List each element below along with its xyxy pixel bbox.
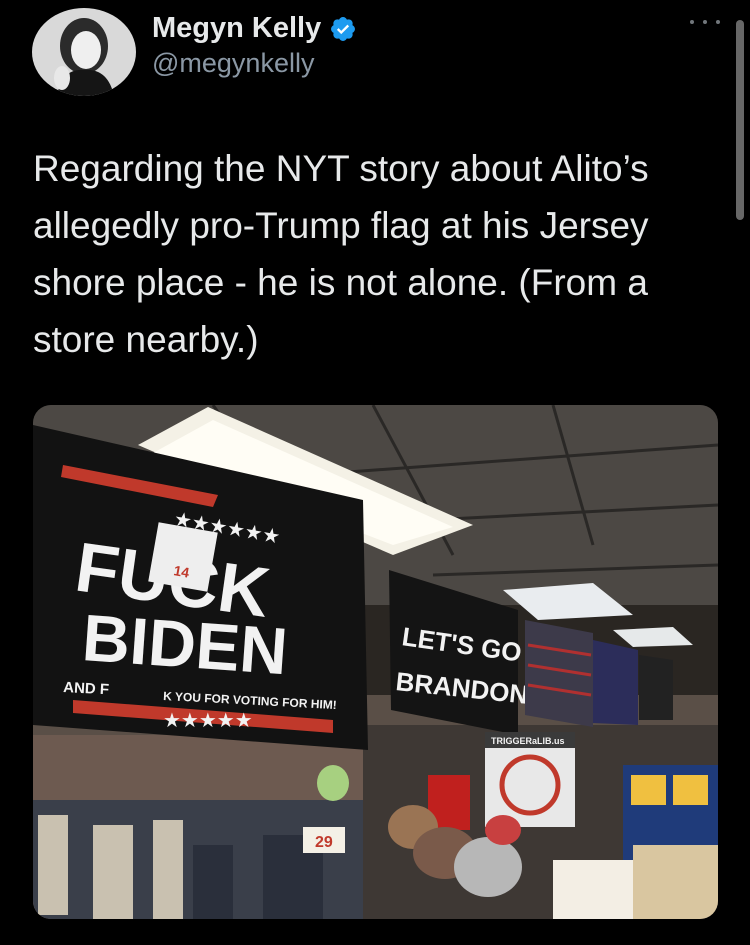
author-name-row[interactable]: Megyn Kelly — [152, 12, 357, 45]
handle[interactable]: @megynkelly — [152, 48, 314, 79]
tweet-text: Regarding the NYT story about Alito’s al… — [33, 148, 649, 360]
display-name[interactable]: Megyn Kelly — [152, 12, 321, 45]
price-tag-card — [148, 522, 218, 592]
avatar-portrait — [32, 8, 136, 96]
avatar[interactable] — [32, 8, 136, 96]
flag-left-price: 14 — [172, 562, 190, 580]
flag-left-line2: BIDEN — [80, 600, 290, 688]
store-photo: FUCK BIDEN AND F K YOU FOR VOTING FOR HI… — [33, 405, 718, 919]
tweet-photo[interactable]: FUCK BIDEN AND F K YOU FOR VOTING FOR HI… — [33, 405, 718, 919]
price-sign: 29 — [315, 834, 333, 851]
flag-left-stars-bottom: ★★★★★ — [163, 708, 253, 732]
trigger-sign: TRIGGERaLIB.us — [491, 736, 565, 746]
flag-left-tagline: AND F — [63, 679, 110, 698]
more-options-button[interactable] — [690, 12, 720, 32]
scrollbar[interactable] — [736, 20, 744, 220]
verified-badge-icon — [331, 16, 356, 41]
more-horizontal-icon — [690, 20, 694, 24]
